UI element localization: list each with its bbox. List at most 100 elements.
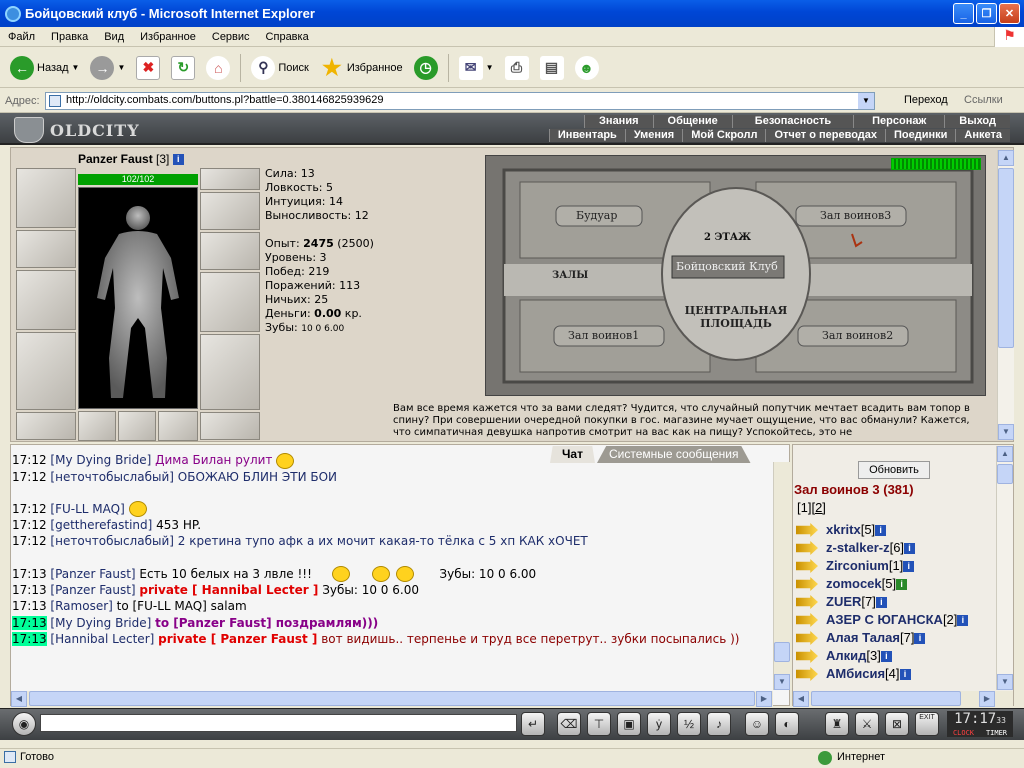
chat-private[interactable]: private [ Panzer Faust ] (158, 632, 317, 646)
chat-scroll-down[interactable]: ▼ (774, 674, 790, 690)
ring-slot-2[interactable] (118, 411, 156, 441)
helmet-chat-button[interactable]: ◐ (775, 712, 799, 736)
info-icon[interactable]: i (896, 578, 908, 590)
private-arrow-icon[interactable] (796, 523, 818, 537)
go-button[interactable]: Переход (904, 94, 948, 106)
info-icon[interactable]: i (957, 614, 969, 626)
chat-nick[interactable]: [Ramoser] (50, 599, 112, 613)
fraction-button[interactable]: ½ (677, 712, 701, 736)
address-input[interactable]: http://oldcity.combats.com/buttons.pl?ba… (45, 92, 875, 110)
main-scroll-down[interactable]: ▼ (998, 424, 1014, 440)
map-hall3[interactable]: Зал воинов3 (820, 209, 891, 222)
filter-button[interactable]: ⊤ (587, 712, 611, 736)
room-hscroll-thumb[interactable] (811, 691, 961, 706)
nav-security[interactable]: Безопасность (731, 115, 854, 128)
sound-button[interactable]: ♪ (707, 712, 731, 736)
info-icon[interactable]: i (899, 668, 911, 680)
belt-slot[interactable] (16, 412, 76, 440)
chat-private[interactable]: private [ Hannibal Lecter ] (139, 583, 318, 597)
info-icon[interactable]: i (880, 650, 892, 662)
chat-time[interactable]: 17:12 (12, 534, 47, 548)
chat-scroll-thumb[interactable] (774, 642, 790, 662)
chat-nick[interactable]: [Panzer Faust] (50, 567, 135, 581)
exit-button[interactable]: EXIT (915, 712, 939, 736)
nav-profile[interactable]: Анкета (955, 129, 1010, 142)
nav-skills[interactable]: Умения (624, 129, 683, 142)
chat-nick[interactable]: [My Dying Bride] (50, 616, 151, 630)
bag-button[interactable]: ♜ (825, 712, 849, 736)
lock-button[interactable]: ⊠ (885, 712, 909, 736)
nav-exit[interactable]: Выход (944, 115, 1010, 128)
fight-button[interactable]: ⚔ (855, 712, 879, 736)
send-button[interactable]: ↵ (521, 712, 545, 736)
menu-help[interactable]: Справка (258, 31, 317, 43)
smiles-button[interactable]: ☺ (745, 712, 769, 736)
info-icon[interactable]: i (903, 560, 915, 572)
forward-button[interactable]: → ▼ (86, 52, 129, 84)
gloves-slot[interactable] (200, 232, 260, 270)
info-icon[interactable]: i (875, 524, 887, 536)
map-central-square[interactable]: ЦЕНТРАЛЬНАЯ ПЛОЩАДЬ (682, 304, 790, 330)
chat-time[interactable]: 17:12 (12, 518, 47, 532)
amulet-slot[interactable] (200, 192, 260, 230)
close-button[interactable]: ✕ (999, 3, 1020, 24)
user-name[interactable]: zomocek (826, 575, 882, 593)
menu-view[interactable]: Вид (96, 31, 132, 43)
ring-slot-1[interactable] (78, 411, 116, 441)
chat-time[interactable]: 17:13 (12, 599, 47, 613)
map-boudoir[interactable]: Будуар (576, 209, 617, 222)
chat-nick[interactable]: [gettherefastind] (50, 518, 152, 532)
chat-nick[interactable]: [FU-LL MAQ] (50, 502, 124, 516)
nav-character[interactable]: Персонаж (853, 115, 945, 128)
chat-time[interactable]: 17:13 (12, 615, 47, 630)
address-dropdown-button[interactable]: ▼ (858, 93, 874, 109)
user-name[interactable]: Zirconium (826, 557, 889, 575)
private-arrow-icon[interactable] (796, 613, 818, 627)
home-button[interactable]: ⌂ (202, 52, 234, 84)
links-button[interactable]: Ссылки (964, 94, 1003, 106)
refresh-button[interactable]: ↻ (167, 52, 199, 84)
private-arrow-icon[interactable] (796, 631, 818, 645)
menu-edit[interactable]: Правка (43, 31, 96, 43)
room-scroll-up[interactable]: ▲ (997, 446, 1013, 462)
room-scrollbar[interactable]: ▲ ▼ (996, 446, 1013, 690)
armor-slot[interactable] (16, 332, 76, 410)
chat-nick[interactable]: [Hannibal Lecter] (50, 632, 154, 646)
main-scroll-up[interactable]: ▲ (998, 150, 1014, 166)
chat-time[interactable]: 17:13 (12, 631, 47, 646)
shield-slot[interactable] (200, 272, 260, 332)
helmet-slot[interactable] (16, 168, 76, 228)
chat-time[interactable]: 17:12 (12, 470, 47, 484)
room-scroll-right[interactable]: ▶ (979, 691, 995, 707)
map-hall2[interactable]: Зал воинов2 (822, 329, 893, 342)
chat-nick[interactable]: [My Dying Bride] (50, 453, 151, 467)
weapon-slot[interactable] (16, 270, 76, 330)
info-icon[interactable]: i (914, 632, 926, 644)
chat-scrollbar[interactable]: ▼ (773, 462, 790, 690)
info-icon[interactable]: i (875, 596, 887, 608)
leggings-slot[interactable] (200, 334, 260, 410)
room-scroll-left[interactable]: ◀ (793, 691, 809, 707)
minimize-button[interactable]: _ (953, 3, 974, 24)
menu-tools[interactable]: Сервис (204, 31, 258, 43)
bracer-slot[interactable] (16, 230, 76, 268)
chat-scroll-left[interactable]: ◀ (11, 691, 27, 707)
print-button[interactable]: ⎙ (501, 52, 533, 84)
clear-button[interactable]: ⌫ (557, 712, 581, 736)
user-name[interactable]: Алая Талая (826, 629, 900, 647)
user-name[interactable]: xkritx (826, 521, 861, 539)
chat-hscrollbar[interactable]: ◀ ▶ (11, 691, 773, 707)
user-name[interactable]: Алкид (826, 647, 866, 665)
map-floor2[interactable]: 2 ЭТАЖ (704, 232, 751, 243)
chat-time[interactable]: 17:12 (12, 502, 47, 516)
main-scrollbar[interactable]: ▲ ▼ (997, 150, 1014, 440)
chat-nick[interactable]: [неточтобыслабый] (50, 534, 174, 548)
search-button[interactable]: ⚲ Поиск (247, 52, 312, 84)
user-name[interactable]: z-stalker-z (826, 539, 890, 557)
nav-transfer-report[interactable]: Отчет о переводах (765, 129, 886, 142)
back-button[interactable]: ← Назад ▼ (6, 52, 83, 84)
boots-slot[interactable] (200, 412, 260, 440)
private-arrow-icon[interactable] (796, 559, 818, 573)
chat-time[interactable]: 17:13 (12, 567, 47, 581)
chat-scroll-right[interactable]: ▶ (756, 691, 772, 707)
